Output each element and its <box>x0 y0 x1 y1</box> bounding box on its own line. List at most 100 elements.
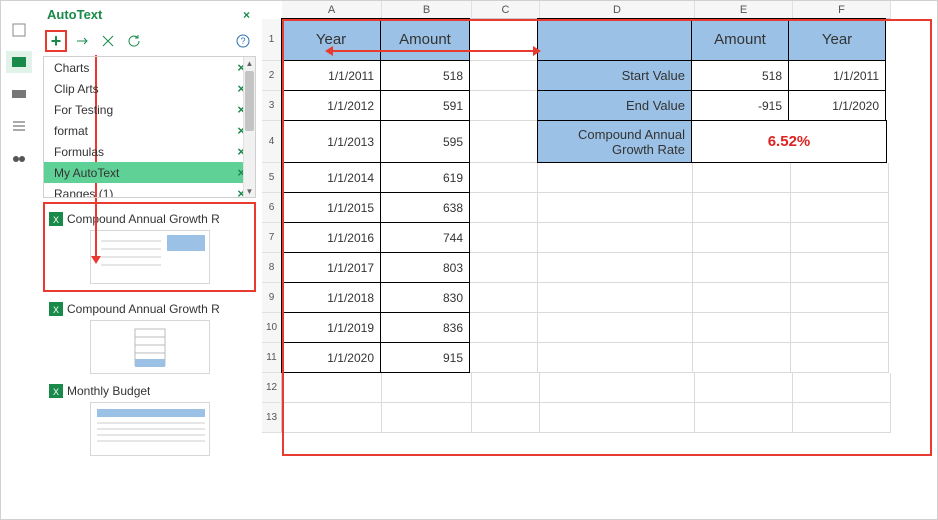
autotext-preview-list: XCompound Annual Growth R X Monthly Budge… <box>43 292 256 464</box>
groups-scrollbar[interactable]: ▲ ▼ <box>243 57 255 197</box>
cell-A7[interactable]: 1/1/2016 <box>281 222 381 253</box>
cell-A9[interactable]: 1/1/2018 <box>281 282 381 313</box>
cell-B1[interactable]: Amount <box>380 18 470 61</box>
cell-A6[interactable]: 1/1/2015 <box>281 192 381 223</box>
cell-D1[interactable] <box>537 18 692 61</box>
preview-thumbnail <box>90 320 210 374</box>
cell-E2[interactable]: 518 <box>691 60 789 91</box>
cell-A10[interactable]: 1/1/2019 <box>281 312 381 343</box>
row-number[interactable]: 13 <box>262 403 282 433</box>
cell-D4[interactable]: Compound Annual Growth Rate <box>537 120 692 163</box>
cell-A2[interactable]: 1/1/2011 <box>281 60 381 91</box>
table-row: 91/1/2018830 <box>262 283 937 313</box>
table-row: 13 <box>262 403 937 433</box>
cell-C4[interactable] <box>470 121 538 163</box>
cell-B4[interactable]: 595 <box>380 120 470 163</box>
cell-A4[interactable]: 1/1/2013 <box>281 120 381 163</box>
preview-item-2[interactable]: XCompound Annual Growth R <box>45 298 254 380</box>
cagr-label-1: Compound Annual <box>578 127 685 142</box>
cell-C2[interactable] <box>470 61 538 91</box>
tab-icon-binoculars[interactable] <box>6 147 32 169</box>
cell-B10[interactable]: 836 <box>380 312 470 343</box>
group-charts[interactable]: Charts× <box>44 57 255 78</box>
table-row: 61/1/2015638 <box>262 193 937 223</box>
table-row: 1 Year Amount Amount Year <box>262 19 937 61</box>
cell-A5[interactable]: 1/1/2014 <box>281 162 381 193</box>
col-E[interactable]: E <box>695 1 793 19</box>
row-number[interactable]: 11 <box>262 343 282 373</box>
table-row: 4 1/1/2013 595 Compound Annual Growth Ra… <box>262 121 937 163</box>
row-number[interactable]: 5 <box>262 163 282 193</box>
cell-A11[interactable]: 1/1/2020 <box>281 342 381 373</box>
cell-B11[interactable]: 915 <box>380 342 470 373</box>
cell-B8[interactable]: 803 <box>380 252 470 283</box>
preview-thumbnail <box>90 230 210 284</box>
col-B[interactable]: B <box>382 1 472 19</box>
cell-B6[interactable]: 638 <box>380 192 470 223</box>
cell-E4F4-cagr[interactable]: 6.52% <box>691 120 887 163</box>
row-number[interactable]: 6 <box>262 193 282 223</box>
svg-text:?: ? <box>240 36 245 46</box>
row-number[interactable]: 12 <box>262 373 282 403</box>
tool-2[interactable] <box>71 30 93 52</box>
tab-icon-3[interactable] <box>6 83 32 105</box>
cell-D3[interactable]: End Value <box>537 90 692 121</box>
group-clip-arts[interactable]: Clip Arts× <box>44 78 255 99</box>
row-number[interactable]: 7 <box>262 223 282 253</box>
cell-F3[interactable]: 1/1/2020 <box>788 90 886 121</box>
tab-icon-4[interactable] <box>6 115 32 137</box>
cell-B5[interactable]: 619 <box>380 162 470 193</box>
group-my-autotext[interactable]: My AutoText× <box>44 162 255 183</box>
refresh-button[interactable] <box>123 30 145 52</box>
table-row: 2 1/1/2011 518 Start Value 518 1/1/2011 <box>262 61 937 91</box>
col-A[interactable]: A <box>282 1 382 19</box>
tool-3[interactable] <box>97 30 119 52</box>
row-number[interactable]: 10 <box>262 313 282 343</box>
cell-B2[interactable]: 518 <box>380 60 470 91</box>
group-format[interactable]: format× <box>44 120 255 141</box>
autotext-pane: AutoText × + ? Charts× Clip Arts× For Te… <box>37 1 262 519</box>
svg-text:X: X <box>53 215 59 225</box>
cell-C3[interactable] <box>470 91 538 121</box>
cell-E1[interactable]: Amount <box>691 18 789 61</box>
row-number[interactable]: 9 <box>262 283 282 313</box>
svg-text:X: X <box>53 387 59 397</box>
row-number[interactable]: 4 <box>262 121 282 163</box>
tab-icon-autotext[interactable] <box>6 51 32 73</box>
group-for-testing[interactable]: For Testing× <box>44 99 255 120</box>
pane-close-icon[interactable]: × <box>239 8 254 22</box>
scroll-down-icon[interactable]: ▼ <box>244 185 255 197</box>
group-ranges[interactable]: Ranges (1)× <box>44 183 255 198</box>
preview-item-3[interactable]: X Monthly Budget <box>45 380 254 462</box>
col-D[interactable]: D <box>540 1 695 19</box>
cell-A3[interactable]: 1/1/2012 <box>281 90 381 121</box>
preview-item-1[interactable]: X Compound Annual Growth R <box>45 208 254 290</box>
excel-icon: X <box>49 302 63 316</box>
help-icon[interactable]: ? <box>232 30 254 52</box>
add-autotext-button[interactable]: + <box>45 30 67 52</box>
row-number[interactable]: 8 <box>262 253 282 283</box>
group-formulas[interactable]: Formulas× <box>44 141 255 162</box>
cell-F2[interactable]: 1/1/2011 <box>788 60 886 91</box>
autotext-preview-highlighted: X Compound Annual Growth R <box>43 202 256 292</box>
cell-B7[interactable]: 744 <box>380 222 470 253</box>
tab-icon-1[interactable] <box>6 19 32 41</box>
scroll-up-icon[interactable]: ▲ <box>244 57 255 69</box>
cell-B9[interactable]: 830 <box>380 282 470 313</box>
preview-name: Monthly Budget <box>67 384 150 398</box>
row-number[interactable]: 3 <box>262 91 282 121</box>
cell-F1[interactable]: Year <box>788 18 886 61</box>
row-number[interactable]: 2 <box>262 61 282 91</box>
preview-name: Compound Annual Growth R <box>67 212 220 226</box>
row-number[interactable]: 1 <box>262 19 282 61</box>
col-C[interactable]: C <box>472 1 540 19</box>
annotation-arrow-right <box>328 50 538 52</box>
cell-D2[interactable]: Start Value <box>537 60 692 91</box>
cell-B3[interactable]: 591 <box>380 90 470 121</box>
cell-A8[interactable]: 1/1/2017 <box>281 252 381 283</box>
scroll-thumb[interactable] <box>245 71 254 131</box>
col-F[interactable]: F <box>793 1 891 19</box>
cell-E3[interactable]: -915 <box>691 90 789 121</box>
cell-C1[interactable] <box>470 19 538 61</box>
table-row: 71/1/2016744 <box>262 223 937 253</box>
